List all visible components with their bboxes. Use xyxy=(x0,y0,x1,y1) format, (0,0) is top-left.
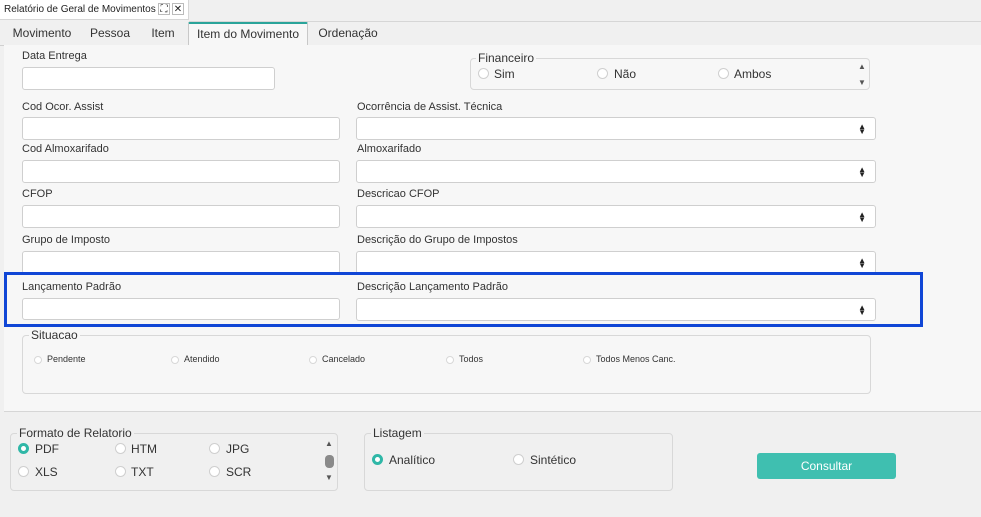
situacao-todos-label: Todos xyxy=(459,354,484,364)
data-entrega-label: Data Entrega xyxy=(22,50,87,62)
financeiro-ambos-radio[interactable] xyxy=(718,68,729,79)
formato-txt-radio[interactable] xyxy=(115,466,126,477)
financeiro-sim-radio[interactable] xyxy=(478,68,489,79)
tab-pessoa[interactable]: Pessoa xyxy=(84,22,136,44)
formato-htm-radio[interactable] xyxy=(115,443,126,454)
cod-almox-input[interactable] xyxy=(22,160,340,183)
desc-grupo-impostos-select[interactable]: ▲ ▼ xyxy=(356,251,876,274)
formato-scroll-up[interactable]: ▲ xyxy=(324,439,334,448)
formato-pdf-radio[interactable] xyxy=(18,443,29,454)
situacao-cancelado-label: Cancelado xyxy=(322,354,366,364)
situacao-cancelado-radio[interactable] xyxy=(309,356,317,364)
data-entrega-input[interactable] xyxy=(22,67,275,90)
formato-xls-label: XLS xyxy=(35,465,58,479)
desc-lancamento-padrao-select[interactable]: ▲ ▼ xyxy=(356,298,876,321)
select-arrows-icon: ▲ ▼ xyxy=(858,209,866,224)
listagem-analitico-radio[interactable] xyxy=(372,454,383,465)
ocorrencia-label: Ocorrência de Assist. Técnica xyxy=(357,101,503,113)
window-title: Relatório de Geral de Movimentos xyxy=(4,4,156,15)
tab-ordenacao[interactable]: Ordenação xyxy=(312,22,384,44)
formato-scroll-down[interactable]: ▼ xyxy=(324,473,334,482)
formato-scr-label: SCR xyxy=(226,465,252,479)
formato-legend: Formato de Relatorio xyxy=(17,426,134,440)
situacao-todos-menos-canc-label: Todos Menos Canc. xyxy=(596,354,676,364)
expand-icon[interactable]: ⛶ xyxy=(158,3,170,15)
lancamento-padrao-label: Lançamento Padrão xyxy=(22,281,122,293)
consultar-button[interactable]: Consultar xyxy=(757,453,896,479)
financeiro-legend: Financeiro xyxy=(476,51,537,65)
listagem-legend: Listagem xyxy=(371,426,424,440)
descricao-cfop-label: Descricao CFOP xyxy=(357,188,440,200)
document-tab[interactable]: Relatório de Geral de Movimentos ⛶ ✕ xyxy=(0,0,189,20)
desc-grupo-impostos-label: Descrição do Grupo de Impostos xyxy=(357,234,518,246)
financeiro-scroll-up[interactable]: ▲ xyxy=(857,62,867,71)
situacao-pendente-radio[interactable] xyxy=(34,356,42,364)
grupo-imposto-label: Grupo de Imposto xyxy=(22,234,111,246)
situacao-group xyxy=(22,335,871,394)
formato-jpg-radio[interactable] xyxy=(209,443,220,454)
select-arrows-icon: ▲ ▼ xyxy=(858,121,866,136)
formato-jpg-label: JPG xyxy=(226,442,250,456)
formato-pdf-label: PDF xyxy=(35,442,59,456)
financeiro-nao-radio[interactable] xyxy=(597,68,608,79)
lancamento-padrao-input[interactable] xyxy=(22,298,340,320)
financeiro-ambos-label: Ambos xyxy=(734,67,772,81)
formato-txt-label: TXT xyxy=(131,465,154,479)
tab-bar: Movimento Pessoa Item Item do Movimento … xyxy=(0,22,981,46)
situacao-legend: Situacao xyxy=(29,328,80,342)
formato-scr-radio[interactable] xyxy=(209,466,220,477)
almox-select[interactable]: ▲ ▼ xyxy=(356,160,876,183)
select-arrows-icon: ▲ ▼ xyxy=(858,302,866,317)
tab-item[interactable]: Item xyxy=(142,22,184,44)
formato-group xyxy=(10,433,338,491)
descricao-cfop-select[interactable]: ▲ ▼ xyxy=(356,205,876,228)
listagem-analitico-label: Analítico xyxy=(389,453,436,467)
cod-ocor-label: Cod Ocor. Assist xyxy=(22,101,104,113)
top-bar xyxy=(189,0,981,22)
select-arrows-icon: ▲ ▼ xyxy=(858,164,866,179)
grupo-imposto-input[interactable] xyxy=(22,251,340,274)
financeiro-nao-label: Não xyxy=(614,67,637,81)
listagem-sintetico-radio[interactable] xyxy=(513,454,524,465)
cod-almox-label: Cod Almoxarifado xyxy=(22,143,109,155)
situacao-pendente-label: Pendente xyxy=(47,354,86,364)
formato-htm-label: HTM xyxy=(131,442,157,456)
close-icon[interactable]: ✕ xyxy=(172,3,184,15)
tab-item-do-movimento[interactable]: Item do Movimento xyxy=(188,22,308,45)
listagem-sintetico-label: Sintético xyxy=(530,453,577,467)
formato-scroll-thumb[interactable] xyxy=(325,455,334,468)
financeiro-sim-label: Sim xyxy=(494,67,515,81)
select-arrows-icon: ▲ ▼ xyxy=(858,255,866,270)
situacao-atendido-label: Atendido xyxy=(184,354,220,364)
ocorrencia-select[interactable]: ▲ ▼ xyxy=(356,117,876,140)
almox-label: Almoxarifado xyxy=(357,143,422,155)
situacao-todos-menos-canc-radio[interactable] xyxy=(583,356,591,364)
cfop-input[interactable] xyxy=(22,205,340,228)
tab-movimento[interactable]: Movimento xyxy=(4,22,80,44)
situacao-atendido-radio[interactable] xyxy=(171,356,179,364)
situacao-todos-radio[interactable] xyxy=(446,356,454,364)
cfop-label: CFOP xyxy=(22,188,53,200)
cod-ocor-input[interactable] xyxy=(22,117,340,140)
desc-lancamento-padrao-label: Descrição Lançamento Padrão xyxy=(357,281,509,293)
formato-xls-radio[interactable] xyxy=(18,466,29,477)
financeiro-scroll-down[interactable]: ▼ xyxy=(857,78,867,87)
